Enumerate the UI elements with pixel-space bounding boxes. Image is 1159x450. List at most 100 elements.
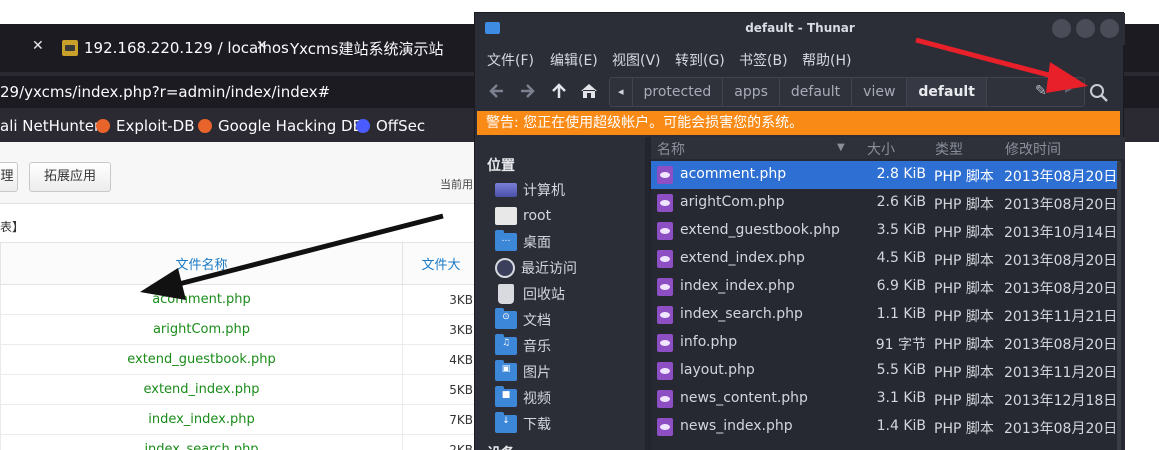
edit-location-icon[interactable]: ✎ [1035, 83, 1047, 99]
column-type[interactable]: 类型 [935, 139, 963, 159]
back-arrow-icon[interactable] [487, 81, 507, 104]
exploit-db-icon [96, 119, 110, 133]
sidebar-item-pictures[interactable]: ▣ 图片 [495, 360, 551, 383]
table-row: acomment.php 3KB [0, 284, 480, 315]
file-row[interactable]: info.php 91 字节 PHP 脚本 2013年08月20日 [651, 329, 1119, 357]
extend-apps-button[interactable]: 拓展应用 [29, 162, 111, 192]
file-row[interactable]: layout.php 5.5 KiB PHP 脚本 2013年11月20日 [651, 357, 1119, 385]
bookmark-google-hacking-db[interactable]: Google Hacking DB [198, 117, 363, 135]
close-button[interactable] [1100, 19, 1119, 38]
sidebar-item-downloads[interactable]: ↓ 下载 [495, 412, 551, 435]
videos-folder-icon: ■ [495, 386, 517, 407]
sidebar-item-trash[interactable]: 回收站 [495, 283, 565, 305]
menu-file[interactable]: 文件(F) [487, 50, 534, 70]
sidebar-item-root[interactable]: root [495, 205, 551, 227]
file-link[interactable]: index_index.php [0, 404, 403, 435]
home-icon[interactable] [579, 81, 599, 104]
file-row[interactable]: index_search.php 1.1 KiB PHP 脚本 2013年11月21日 [651, 301, 1119, 329]
file-link[interactable]: extend_guestbook.php [0, 344, 403, 375]
downloads-folder-icon: ↓ [495, 412, 517, 433]
php-file-icon [657, 390, 673, 408]
breadcrumb-left-arrow-icon[interactable]: ◂ [610, 78, 632, 106]
vertical-scrollbar[interactable] [1117, 161, 1121, 450]
menu-view[interactable]: 视图(V) [612, 50, 661, 70]
search-icon[interactable] [1087, 81, 1111, 105]
file-link[interactable]: index_search.php [0, 434, 403, 450]
file-modified: 2013年12月18日 [1004, 393, 1118, 409]
file-row[interactable]: extend_index.php 4.5 KiB PHP 脚本 2013年08月20日 [651, 245, 1119, 273]
file-type: PHP 脚本 [934, 309, 994, 325]
file-row[interactable]: news_index.php 1.4 KiB PHP 脚本 2013年08月20日 [651, 413, 1119, 441]
column-header-filesize: 文件大 [402, 242, 480, 285]
menu-go[interactable]: 转到(G) [675, 50, 725, 70]
file-row[interactable]: acomment.php 2.8 KiB PHP 脚本 2013年08月20日 [651, 161, 1119, 189]
breadcrumb-view[interactable]: view [851, 78, 906, 106]
file-type: PHP 脚本 [934, 281, 994, 297]
file-row[interactable]: arightCom.php 2.6 KiB PHP 脚本 2013年08月20日 [651, 189, 1119, 217]
file-size: 6.9 KiB [876, 278, 926, 294]
tab-dvwa[interactable]: 192.168.220.129 / localhos [62, 24, 289, 72]
php-file-icon [657, 306, 673, 324]
sidebar-item-desktop[interactable]: … 桌面 [495, 230, 551, 253]
file-row[interactable]: extend_guestbook.php 3.5 KiB PHP 脚本 2013年10… [651, 217, 1119, 245]
admin-button[interactable]: 理 [0, 162, 18, 192]
tab-label: Yxcms建站系统演示站 [290, 39, 444, 58]
sidebar-item-computer[interactable]: 计算机 [495, 179, 565, 201]
location-toolbar: ◂ protected apps default view default ✎ … [475, 73, 1125, 111]
file-size: 7KB [402, 404, 480, 435]
ghdb-icon [198, 119, 212, 133]
sidebar-item-music[interactable]: ♫ 音乐 [495, 334, 551, 357]
file-size: 5.5 KiB [876, 362, 926, 378]
breadcrumb-apps[interactable]: apps [722, 78, 779, 106]
breadcrumb-right-arrow-icon[interactable]: ▸ [1065, 81, 1072, 97]
window-title: default - Thunar [745, 21, 855, 35]
trash-icon [498, 284, 514, 304]
php-file-icon [657, 166, 673, 184]
file-link[interactable]: extend_index.php [0, 374, 403, 405]
menu-edit[interactable]: 编辑(E) [550, 50, 598, 70]
sidebar-item-videos[interactable]: ■ 视频 [495, 386, 551, 409]
maximize-button[interactable] [1076, 19, 1095, 38]
column-size[interactable]: 大小 [867, 139, 895, 159]
dvwa-favicon-icon [62, 40, 78, 56]
file-modified: 2013年08月20日 [1004, 253, 1118, 269]
tab-yxcms[interactable]: Yxcms建站系统演示站 [290, 24, 443, 72]
tab-close-icon[interactable]: ✕ [32, 38, 44, 54]
file-type: PHP 脚本 [934, 365, 994, 381]
bookmark-exploit-db[interactable]: Exploit-DB [96, 117, 195, 135]
sidebar-item-documents[interactable]: ⊙ 文档 [495, 308, 551, 331]
file-size: 2.6 KiB [876, 194, 926, 210]
menu-bookmarks[interactable]: 书签(B) [739, 50, 788, 70]
file-row[interactable]: news_content.php 3.1 KiB PHP 脚本 2013年12月18日 [651, 385, 1119, 413]
sidebar-item-recent[interactable]: 最近访问 [495, 257, 577, 279]
file-size: 3KB [402, 314, 480, 345]
column-modified[interactable]: 修改时间 [1005, 139, 1061, 159]
breadcrumb-default[interactable]: default [778, 78, 851, 106]
up-arrow-icon[interactable] [549, 81, 569, 104]
minimize-button[interactable] [1052, 19, 1071, 38]
menu-help[interactable]: 帮助(H) [802, 50, 851, 70]
music-folder-icon: ♫ [495, 334, 517, 355]
breadcrumb-protected[interactable]: protected [631, 78, 723, 106]
file-link[interactable]: acomment.php [0, 284, 403, 315]
table-row: index_search.php 2KB [0, 434, 480, 450]
file-name: arightCom.php [680, 194, 785, 210]
file-name: extend_index.php [680, 250, 805, 266]
breadcrumb-current-default[interactable]: default [906, 78, 986, 106]
column-headers: 名称 ▼ 大小 类型 修改时间 [651, 137, 1125, 159]
file-link[interactable]: arightCom.php [0, 314, 403, 345]
file-row[interactable]: index_index.php 6.9 KiB PHP 脚本 2013年08月20日 [651, 273, 1119, 301]
sidebar: 位置 计算机 root … 桌面 最近访问 回收站 ⊙ 文档 ♫ 音乐 ▣ 图片 ■ 视频… [475, 137, 645, 450]
bookmark-nethunter[interactable]: ali NetHunter [0, 117, 100, 135]
tab-close-icon[interactable]: ✕ [256, 38, 268, 54]
forward-arrow-icon[interactable] [517, 81, 537, 104]
file-size: 2.8 KiB [876, 166, 926, 182]
file-size: 4.5 KiB [876, 250, 926, 266]
file-size: 5KB [402, 374, 480, 405]
column-name[interactable]: 名称 [657, 139, 685, 159]
file-name: acomment.php [680, 166, 787, 182]
admin-toolbar: 理 拓展应用 当前用 [0, 142, 480, 204]
file-type: PHP 脚本 [934, 421, 994, 437]
bookmark-offsec[interactable]: OffSec [356, 117, 425, 135]
thunar-window: default - Thunar 文件(F) 编辑(E) 视图(V) 转到(G)… [474, 12, 1125, 450]
